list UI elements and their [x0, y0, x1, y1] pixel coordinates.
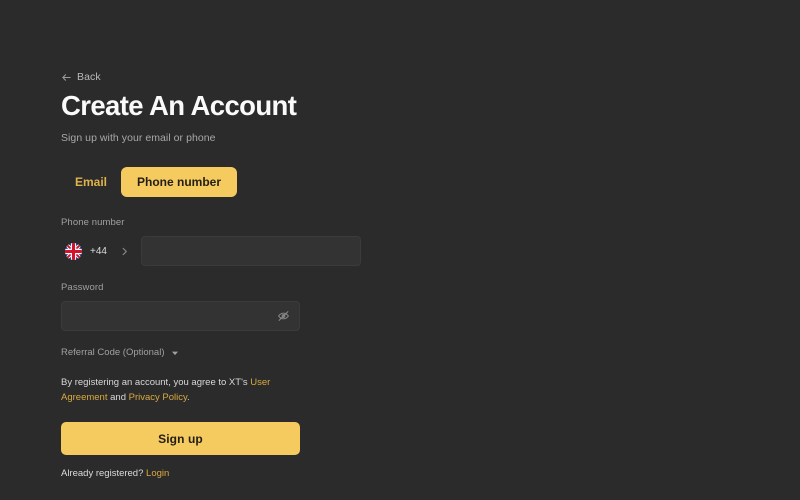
- eye-off-icon[interactable]: [277, 310, 290, 323]
- login-prompt-text: Already registered?: [61, 468, 147, 479]
- signup-method-tabs: Email Phone number: [61, 167, 238, 197]
- password-label: Password: [61, 282, 104, 293]
- terms-text: By registering an account, you agree to …: [61, 375, 304, 406]
- phone-number-input[interactable]: [152, 237, 350, 265]
- chevron-right-icon: [120, 247, 129, 256]
- phone-number-label: Phone number: [61, 217, 125, 228]
- phone-number-input-wrap[interactable]: [141, 236, 361, 266]
- referral-code-label: Referral Code (Optional): [61, 347, 165, 358]
- referral-code-toggle[interactable]: Referral Code (Optional): [61, 347, 179, 358]
- password-group: Password: [61, 282, 361, 331]
- tab-phone-number[interactable]: Phone number: [121, 167, 238, 197]
- back-button[interactable]: Back: [61, 71, 101, 83]
- login-prompt: Already registered? Login: [61, 468, 169, 479]
- terms-suffix: .: [187, 392, 190, 404]
- caret-down-icon: [171, 349, 179, 357]
- tab-email[interactable]: Email: [61, 167, 121, 197]
- flag-uk-icon: [65, 242, 82, 260]
- arrow-left-icon: [61, 72, 72, 83]
- phone-number-row: +44: [61, 236, 361, 266]
- country-code-selector[interactable]: +44: [61, 236, 135, 266]
- password-input[interactable]: [72, 302, 269, 330]
- password-input-wrap[interactable]: [61, 301, 300, 331]
- signup-page: Back Create An Account Sign up with your…: [0, 0, 800, 500]
- page-subtitle: Sign up with your email or phone: [61, 132, 216, 144]
- login-link[interactable]: Login: [146, 468, 169, 479]
- terms-middle: and: [107, 392, 129, 404]
- back-label: Back: [77, 71, 101, 83]
- terms-prefix: By registering an account, you agree to …: [61, 377, 251, 388]
- page-title: Create An Account: [61, 90, 297, 121]
- phone-number-group: Phone number +44: [61, 217, 361, 266]
- privacy-policy-link[interactable]: Privacy Policy: [129, 392, 187, 403]
- sign-up-button[interactable]: Sign up: [61, 422, 300, 455]
- country-dial-code: +44: [90, 245, 107, 257]
